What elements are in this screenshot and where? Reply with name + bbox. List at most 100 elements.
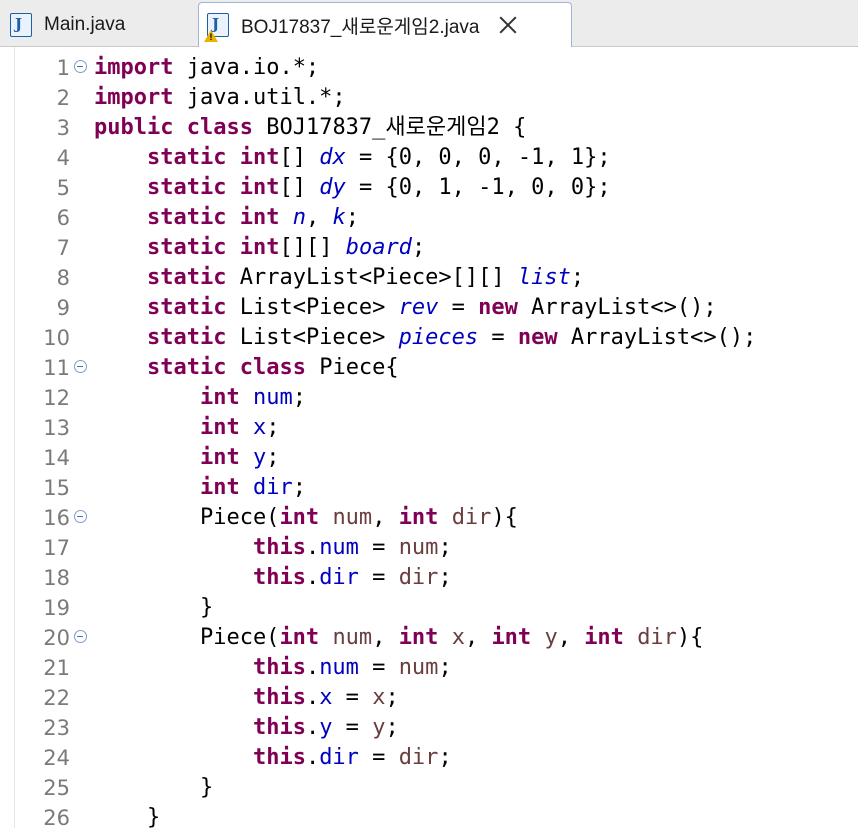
parameter: dir (451, 505, 492, 530)
code-text: . (305, 685, 320, 710)
code-text: ; (385, 685, 399, 710)
tab-main-java[interactable]: J Main.java (0, 2, 195, 47)
line-code: static int n, k; (94, 203, 359, 233)
line-number: 12 (43, 386, 70, 410)
line-number: 24 (43, 746, 70, 770)
line-number: 9 (56, 296, 70, 320)
code-line[interactable]: 23 this.y = y; (14, 713, 858, 743)
field: num (319, 655, 359, 680)
line-number: 3 (56, 116, 70, 140)
keyword: static (146, 265, 227, 290)
java-file-warning-icon: J! (204, 13, 229, 42)
code-line[interactable]: 14 int y; (14, 443, 858, 473)
fold-gutter (70, 53, 94, 83)
fold-gutter (70, 203, 94, 233)
field: dir (252, 475, 293, 500)
code-line[interactable]: 22 this.x = x; (14, 683, 858, 713)
code-text: = (438, 295, 479, 320)
code-line[interactable]: 8 static ArrayList<Piece>[][] list; (14, 263, 858, 293)
code-line[interactable]: 24 this.dir = dir; (14, 743, 858, 773)
code-line[interactable]: 12 int num; (14, 383, 858, 413)
code-line[interactable]: 10 static List<Piece> pieces = new Array… (14, 323, 858, 353)
code-editor[interactable]: 1 import java.io.*; 2 import java.util.*; 3 p… (0, 47, 858, 830)
code-text: = (358, 565, 399, 590)
code-line[interactable]: 16 Piece(int num, int dir){ (14, 503, 858, 533)
code-line[interactable]: 15 int dir; (14, 473, 858, 503)
close-icon[interactable] (497, 14, 519, 36)
line-code: static int[] dx = {0, 0, 0, -1, 1}; (94, 143, 611, 173)
code-text: ; (438, 565, 452, 590)
line-code: import java.io.*; (94, 53, 319, 83)
keyword: int (199, 385, 240, 410)
fold-gutter (70, 383, 94, 413)
line-number: 21 (43, 656, 70, 680)
code-text: ; (438, 535, 452, 560)
line-code: public class BOJ17837_새로운게임2 { (94, 113, 526, 143)
code-text: } (94, 775, 214, 800)
tab-boj17837-java[interactable]: J! BOJ17837_새로운게임2.java (198, 2, 572, 47)
code-line[interactable]: 20 Piece(int num, int x, int y, int dir)… (14, 623, 858, 653)
code-text: , (464, 625, 492, 650)
code-text: . (305, 655, 320, 680)
code-line[interactable]: 5 static int[] dy = {0, 1, -1, 0, 0}; (14, 173, 858, 203)
fold-gutter (70, 473, 94, 503)
code-line[interactable]: 11 static class Piece{ (14, 353, 858, 383)
code-line[interactable]: 7 static int[][] board; (14, 233, 858, 263)
line-code: static int[] dy = {0, 1, -1, 0, 0}; (94, 173, 611, 203)
code-text: ; (570, 265, 585, 290)
code-text: , (557, 625, 585, 650)
code-line[interactable]: 26 } (14, 803, 858, 833)
fold-gutter (70, 293, 94, 323)
keyword: static (146, 205, 227, 230)
keyword: static (146, 235, 227, 260)
keyword: int (239, 205, 280, 230)
line-code: this.y = y; (94, 713, 399, 743)
line-code: } (94, 593, 213, 623)
code-line[interactable]: 19 } (14, 593, 858, 623)
line-number: 11 (43, 356, 70, 380)
line-code: this.dir = dir; (94, 563, 452, 593)
code-text: = (358, 745, 399, 770)
code-line[interactable]: 13 int x; (14, 413, 858, 443)
code-text: Piece( (94, 625, 280, 650)
code-line[interactable]: 3 public class BOJ17837_새로운게임2 { (14, 113, 858, 143)
code-line[interactable]: 2 import java.util.*; (14, 83, 858, 113)
keyword: this (252, 535, 306, 560)
collapse-fold-icon[interactable] (74, 60, 87, 73)
code-line[interactable]: 1 import java.io.*; (14, 53, 858, 83)
line-code: static List<Piece> rev = new ArrayList<>… (94, 293, 717, 323)
fold-gutter (70, 443, 94, 473)
code-text: [] (279, 145, 320, 170)
keyword: public (94, 115, 174, 140)
collapse-fold-icon[interactable] (74, 360, 87, 373)
static-field: dx (319, 145, 346, 170)
code-line[interactable]: 6 static int n, k; (14, 203, 858, 233)
parameter: dir (398, 745, 439, 770)
field: y (252, 445, 267, 470)
code-line[interactable]: 21 this.num = num; (14, 653, 858, 683)
collapse-fold-icon[interactable] (74, 510, 87, 523)
code-line[interactable]: 9 static List<Piece> rev = new ArrayList… (14, 293, 858, 323)
code-line[interactable]: 18 this.dir = dir; (14, 563, 858, 593)
collapse-fold-icon[interactable] (74, 630, 87, 643)
code-line[interactable]: 4 static int[] dx = {0, 0, 0, -1, 1}; (14, 143, 858, 173)
code-text: . (305, 565, 320, 590)
parameter: dir (637, 625, 677, 650)
code-line[interactable]: 17 this.num = num; (14, 533, 858, 563)
code-text: } (94, 805, 161, 830)
static-field: k (332, 205, 346, 230)
fold-gutter (70, 713, 94, 743)
line-number: 5 (56, 176, 70, 200)
field: x (319, 685, 333, 710)
code-line[interactable]: 25 } (14, 773, 858, 803)
line-code: } (94, 803, 160, 833)
